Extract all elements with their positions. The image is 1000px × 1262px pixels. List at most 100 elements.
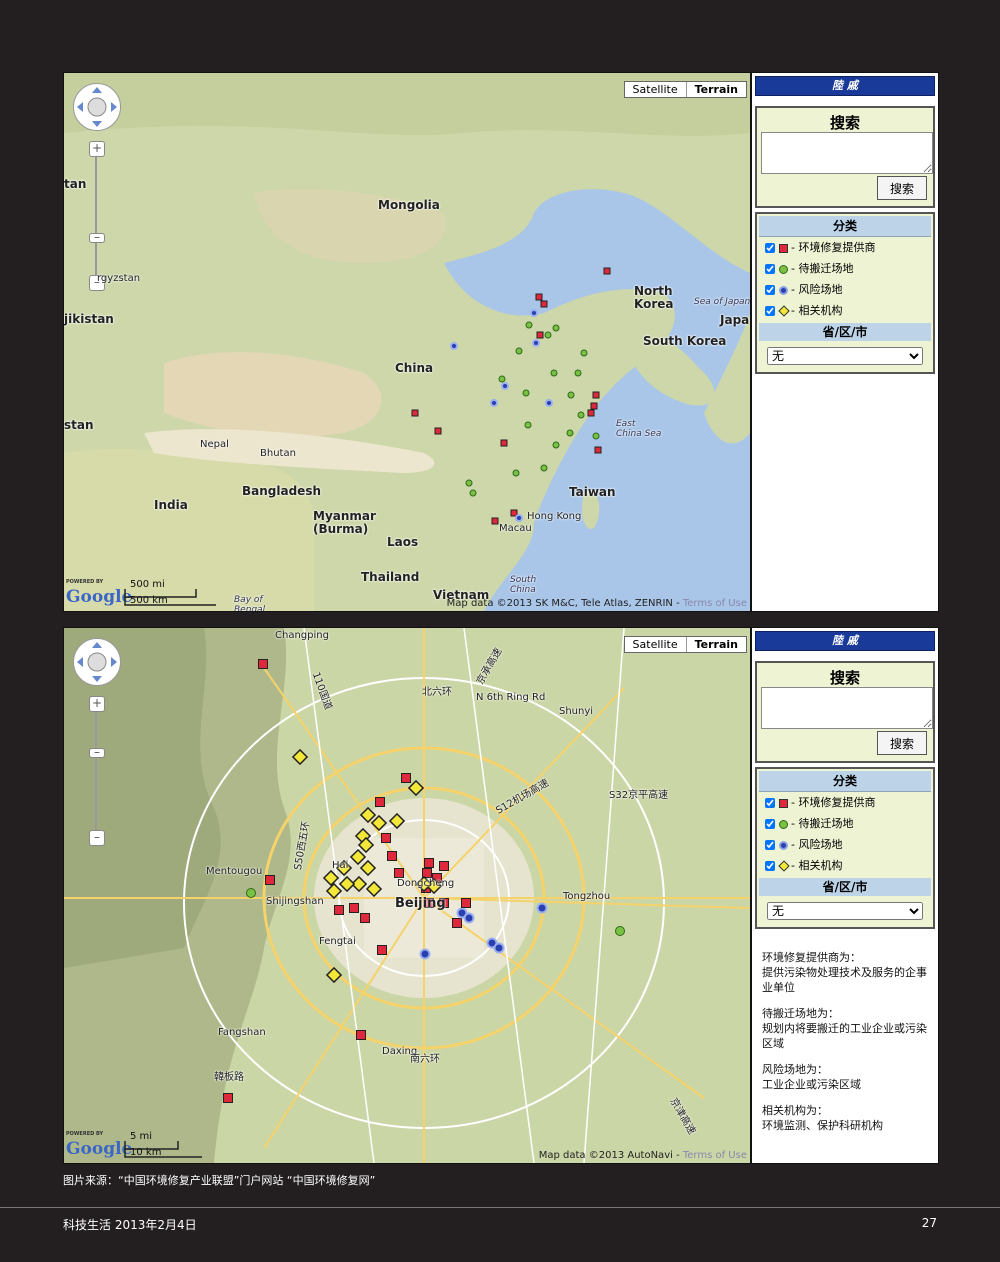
provider-marker[interactable] [394, 868, 404, 878]
relocation-marker[interactable] [580, 349, 588, 357]
risk-marker[interactable] [493, 942, 505, 954]
relocation-marker[interactable] [567, 391, 575, 399]
provider-marker[interactable] [590, 402, 598, 410]
category-provider[interactable]: - 环境修复提供商 [757, 237, 933, 258]
category-relocation[interactable]: - 待搬迁场地 [757, 258, 933, 279]
relocation-marker[interactable] [552, 441, 560, 449]
provider-marker[interactable] [377, 945, 387, 955]
provider-marker[interactable] [500, 439, 508, 447]
institution-marker[interactable] [325, 882, 343, 900]
relocation-marker[interactable] [566, 429, 574, 437]
provider-marker[interactable] [360, 913, 370, 923]
provider-marker[interactable] [349, 903, 359, 913]
relocation-marker[interactable] [515, 347, 523, 355]
provider-marker[interactable] [411, 409, 419, 417]
relocation-marker[interactable] [592, 432, 600, 440]
satellite-button[interactable]: Satellite [624, 82, 686, 97]
relocation-marker[interactable] [512, 469, 520, 477]
search-button[interactable]: 搜索 [877, 176, 927, 200]
provider-marker[interactable] [387, 851, 397, 861]
provider-checkbox[interactable] [765, 243, 775, 253]
risk-marker[interactable] [515, 514, 523, 522]
relocation-marker[interactable] [574, 369, 582, 377]
relocation-marker[interactable] [550, 369, 558, 377]
institution-marker[interactable] [370, 814, 388, 832]
relocation-marker[interactable] [246, 888, 256, 898]
institution-marker[interactable] [359, 859, 377, 877]
relocation-checkbox[interactable] [765, 819, 775, 829]
terms-link[interactable]: Terms of Use [683, 598, 747, 609]
provider-marker[interactable] [603, 267, 611, 275]
china-map[interactable]: + – – Satellite Terrain Mongolia China N… [63, 72, 751, 612]
provider-marker[interactable] [491, 517, 499, 525]
category-relocation[interactable]: - 待搬迁场地 [757, 813, 933, 834]
relocation-marker[interactable] [577, 411, 585, 419]
zoom-in-button[interactable]: + [89, 141, 105, 157]
institution-checkbox[interactable] [765, 861, 775, 871]
risk-marker[interactable] [419, 948, 431, 960]
relocation-marker[interactable] [552, 324, 560, 332]
risk-marker[interactable] [530, 309, 538, 317]
search-input[interactable] [761, 687, 933, 729]
search-button[interactable]: 搜索 [877, 731, 927, 755]
institution-marker[interactable] [388, 812, 406, 830]
category-risk[interactable]: - 风险场地 [757, 279, 933, 300]
risk-checkbox[interactable] [765, 285, 775, 295]
institution-marker[interactable] [291, 748, 309, 766]
satellite-button[interactable]: Satellite [624, 637, 686, 652]
provider-marker[interactable] [375, 797, 385, 807]
beijing-map[interactable]: + – – Satellite Terrain Changping N 6th … [63, 627, 751, 1164]
zoom-slider[interactable] [95, 157, 97, 275]
terrain-button[interactable]: Terrain [685, 82, 746, 97]
institution-marker[interactable] [322, 869, 340, 887]
provider-marker[interactable] [510, 509, 518, 517]
search-input[interactable] [761, 132, 933, 174]
category-institution[interactable]: - 相关机构 [757, 300, 933, 321]
region-select[interactable]: 无 [767, 902, 923, 920]
terms-link[interactable]: Terms of Use [683, 1150, 747, 1161]
provider-marker[interactable] [258, 659, 268, 669]
institution-marker[interactable] [359, 806, 377, 824]
provider-marker[interactable] [452, 918, 462, 928]
provider-marker[interactable] [424, 858, 434, 868]
relocation-marker[interactable] [522, 389, 530, 397]
provider-marker[interactable] [587, 409, 595, 417]
pan-control[interactable] [73, 638, 121, 686]
provider-marker[interactable] [535, 293, 543, 301]
relocation-marker[interactable] [465, 479, 473, 487]
relocation-marker[interactable] [498, 375, 506, 383]
institution-marker[interactable] [325, 966, 343, 984]
institution-checkbox[interactable] [765, 306, 775, 316]
provider-checkbox[interactable] [765, 798, 775, 808]
provider-marker[interactable] [592, 391, 600, 399]
provider-marker[interactable] [334, 905, 344, 915]
risk-marker[interactable] [490, 399, 498, 407]
provider-marker[interactable] [265, 875, 275, 885]
relocation-marker[interactable] [525, 321, 533, 329]
provider-marker[interactable] [223, 1093, 233, 1103]
provider-marker[interactable] [439, 861, 449, 871]
provider-marker[interactable] [461, 898, 471, 908]
institution-marker[interactable] [365, 880, 383, 898]
zoom-control[interactable]: + – – [89, 141, 105, 291]
institution-marker[interactable] [349, 848, 367, 866]
pan-control[interactable] [73, 83, 121, 131]
risk-marker[interactable] [545, 399, 553, 407]
region-select[interactable]: 无 [767, 347, 923, 365]
relocation-marker[interactable] [524, 421, 532, 429]
risk-marker[interactable] [501, 382, 509, 390]
zoom-handle[interactable]: – [89, 746, 105, 758]
category-institution[interactable]: - 相关机构 [757, 855, 933, 876]
relocation-marker[interactable] [615, 926, 625, 936]
zoom-in-button[interactable]: + [89, 696, 105, 712]
risk-marker[interactable] [450, 342, 458, 350]
provider-marker[interactable] [381, 833, 391, 843]
relocation-marker[interactable] [540, 464, 548, 472]
provider-marker[interactable] [356, 1030, 366, 1040]
relocation-marker[interactable] [544, 331, 552, 339]
terrain-button[interactable]: Terrain [685, 637, 746, 652]
provider-marker[interactable] [540, 300, 548, 308]
relocation-checkbox[interactable] [765, 264, 775, 274]
category-provider[interactable]: - 环境修复提供商 [757, 792, 933, 813]
zoom-control[interactable]: + – – [89, 696, 105, 846]
